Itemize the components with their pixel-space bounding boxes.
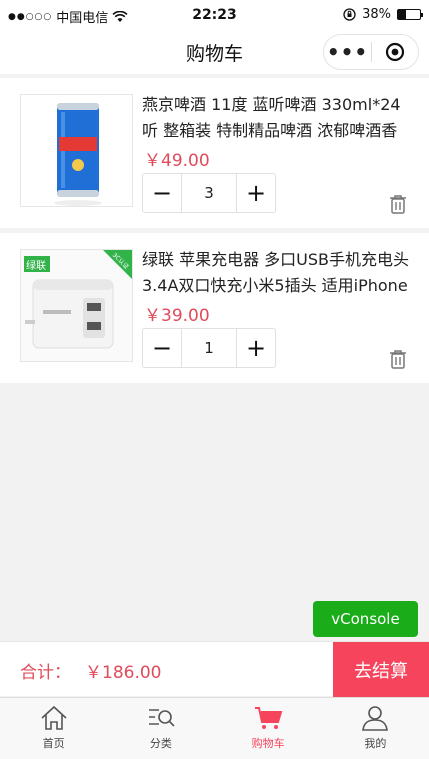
total-summary: 合计： ￥186.00 — [20, 658, 161, 683]
tab-profile[interactable]: 我的 — [322, 698, 429, 759]
tab-label: 购物车 — [251, 737, 285, 750]
trash-icon[interactable] — [389, 349, 407, 373]
decrease-button[interactable]: − — [143, 174, 181, 212]
cart-item[interactable]: 燕京啤酒 11度 蓝听啤酒 330ml*24听 整箱装 特制精品啤酒 浓郁啤酒香… — [0, 78, 429, 228]
quantity-value[interactable]: 3 — [181, 174, 237, 212]
tab-home[interactable]: 首页 — [0, 698, 107, 759]
battery-percent: 38% — [362, 7, 391, 22]
battery-icon — [397, 9, 423, 20]
more-dots-icon[interactable]: ••• — [324, 42, 371, 62]
rotation-lock-icon — [343, 8, 356, 21]
status-right: 38% — [343, 7, 423, 22]
checkout-bar: 合计： ￥186.00 去结算 — [0, 641, 429, 697]
product-name[interactable]: 绿联 苹果充电器 多口USB手机充电头 3.4A双口快充小米5插头 适用iPho… — [142, 247, 412, 299]
quantity-stepper: − 1 + — [142, 328, 276, 368]
trash-icon[interactable] — [389, 194, 407, 218]
total-label: 合计： — [20, 663, 71, 683]
tab-cart[interactable]: 购物车 — [215, 698, 322, 759]
increase-button[interactable]: + — [237, 329, 275, 367]
beer-can-image[interactable] — [20, 94, 133, 207]
tab-bar: 首页 分类 购物车 我的 — [0, 697, 429, 759]
target-icon[interactable] — [372, 42, 418, 62]
decrease-button[interactable]: − — [143, 329, 181, 367]
usb-charger-image[interactable]: 绿联 3C认证 — [20, 249, 133, 362]
home-icon — [41, 705, 67, 730]
product-price: ￥39.00 — [144, 306, 210, 326]
cart-icon — [255, 707, 283, 729]
tab-label: 首页 — [42, 737, 65, 750]
total-amount: ￥186.00 — [85, 663, 162, 683]
tab-label: 分类 — [149, 737, 172, 750]
mini-program-capsule: ••• — [323, 34, 419, 70]
category-icon — [148, 709, 175, 727]
increase-button[interactable]: + — [237, 174, 275, 212]
product-name[interactable]: 燕京啤酒 11度 蓝听啤酒 330ml*24听 整箱装 特制精品啤酒 浓郁啤酒香 — [142, 92, 412, 144]
quantity-stepper: − 3 + — [142, 173, 276, 213]
navigation-bar: 购物车 ••• — [0, 30, 429, 74]
checkout-button[interactable]: 去结算 — [333, 642, 429, 697]
profile-icon — [362, 706, 389, 731]
tab-category[interactable]: 分类 — [107, 698, 214, 759]
battery-fill — [398, 10, 407, 19]
status-bar: ●●○○○ 中国电信 22:23 38% — [0, 0, 429, 30]
brand-badge: 绿联 — [26, 261, 46, 272]
product-price: ￥49.00 — [144, 151, 210, 171]
cart-item[interactable]: 绿联 3C认证 绿联 苹果充电器 多口USB手机充电头 3.4A双口快充小米5插… — [0, 233, 429, 383]
tab-label: 我的 — [364, 737, 387, 750]
vconsole-button[interactable]: vConsole — [313, 601, 418, 637]
quantity-value[interactable]: 1 — [181, 329, 237, 367]
